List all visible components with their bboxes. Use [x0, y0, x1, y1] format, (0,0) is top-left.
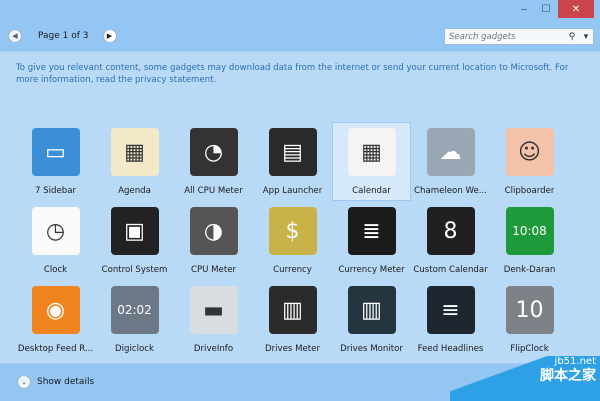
- denk-daran-icon: 10:08: [505, 207, 554, 255]
- agenda-icon: ▦: [110, 128, 159, 176]
- chevron-right-icon: ▶: [106, 32, 113, 40]
- gadget-tile[interactable]: ◔ All CPU Meter: [174, 122, 253, 201]
- gadget-label: Chameleon We...: [414, 186, 487, 196]
- gadget-label: Feed Headlines: [417, 344, 484, 354]
- desktop-feed-r-icon: ◉: [31, 286, 80, 334]
- chevron-left-icon: ◀: [12, 32, 18, 40]
- gadget-tile[interactable]: 02:02 Digiclock: [95, 280, 174, 359]
- watermark-name: 脚本之家: [540, 368, 596, 384]
- gadget-label: Custom Calendar: [413, 265, 488, 275]
- gadget-tile[interactable]: ☁ Chameleon We...: [411, 122, 490, 201]
- gadget-label: Currency Meter: [338, 265, 405, 275]
- clock-icon: ◷: [31, 207, 80, 255]
- gadget-label: FlipClock: [510, 344, 549, 354]
- gadget-label: 7 Sidebar: [34, 186, 77, 196]
- gadget-label: DriveInfo: [193, 344, 234, 354]
- page-indicator: Page 1 of 3: [38, 31, 89, 41]
- gadget-label: Control System: [101, 265, 168, 275]
- gadget-label: Clock: [43, 265, 68, 275]
- search-input[interactable]: Search gadgets ⚲ ▾: [444, 28, 594, 45]
- gadget-tile[interactable]: ◉ Desktop Feed R...: [16, 280, 95, 359]
- digiclock-icon: 02:02: [110, 286, 159, 334]
- drives-monitor-icon: ▥: [347, 286, 396, 334]
- gadget-grid: ▭ 7 Sidebar ▦ Agenda ◔ All CPU Meter ▤ App Laun…: [16, 122, 569, 359]
- dropdown-arrow-icon[interactable]: ▾: [579, 32, 593, 42]
- calendar-icon: ▦: [347, 128, 396, 176]
- gadget-tile[interactable]: ▤ App Launcher: [253, 122, 332, 201]
- gadget-label: Drives Monitor: [340, 344, 403, 354]
- privacy-notice[interactable]: To give you relevant content, some gadge…: [16, 62, 591, 86]
- gadget-tile[interactable]: ▣ Control System: [95, 201, 174, 280]
- gadget-tile[interactable]: ▥ Drives Meter: [253, 280, 332, 359]
- gadget-label: All CPU Meter: [184, 186, 243, 196]
- custom-calendar-icon: 8: [426, 207, 475, 255]
- currency-meter-icon: ≣: [347, 207, 396, 255]
- chevron-down-icon: ⌄: [17, 375, 31, 389]
- gadget-label: Digiclock: [115, 344, 154, 354]
- gadget-tile[interactable]: 10 FlipClock: [490, 280, 569, 359]
- gadget-label: Clipboarder: [504, 186, 555, 196]
- flipclock-icon: 10: [505, 286, 554, 334]
- chameleon-we-icon: ☁: [426, 128, 475, 176]
- gadget-tile[interactable]: ◷ Clock: [16, 201, 95, 280]
- cpu-meter-icon: ◑: [189, 207, 238, 255]
- gadget-tile[interactable]: $ Currency: [253, 201, 332, 280]
- feed-headlines-icon: ≡: [426, 286, 475, 334]
- watermark: jb51.net 脚本之家: [450, 356, 600, 401]
- gadget-tile[interactable]: ☺ Clipboarder: [490, 122, 569, 201]
- next-page-button[interactable]: ▶: [102, 29, 117, 43]
- close-button[interactable]: ✕: [558, 0, 594, 18]
- minimize-button[interactable]: ‒: [514, 0, 534, 18]
- gadget-tile[interactable]: ▭ 7 Sidebar: [16, 122, 95, 201]
- currency-icon: $: [268, 207, 317, 255]
- gadget-label: CPU Meter: [190, 265, 237, 275]
- page-nav: ◀ Page 1 of 3 ▶: [8, 29, 117, 43]
- title-bar: ‒ ☐ ✕ ◀ Page 1 of 3 ▶ Search gadgets ⚲ ▾: [0, 0, 600, 52]
- show-details-label: Show details: [37, 377, 95, 387]
- gadget-tile[interactable]: ▥ Drives Monitor: [332, 280, 411, 359]
- control-system-icon: ▣: [110, 207, 159, 255]
- watermark-site: jb51.net: [554, 356, 596, 367]
- gadget-label: Currency: [273, 265, 312, 275]
- gadget-label: Agenda: [118, 186, 151, 196]
- all-cpu-meter-icon: ◔: [189, 128, 238, 176]
- gadget-label: App Launcher: [262, 186, 323, 196]
- gadget-label: Desktop Feed R...: [17, 344, 94, 354]
- gadget-label: Drives Meter: [264, 344, 320, 354]
- app-launcher-icon: ▤: [268, 128, 317, 176]
- gadget-tile[interactable]: ≡ Feed Headlines: [411, 280, 490, 359]
- gadget-tile[interactable]: ▦ Agenda: [95, 122, 174, 201]
- gadget-tile[interactable]: ≣ Currency Meter: [332, 201, 411, 280]
- gadget-tile[interactable]: ◑ CPU Meter: [174, 201, 253, 280]
- drives-meter-icon: ▥: [268, 286, 317, 334]
- search-icon[interactable]: ⚲: [565, 32, 579, 42]
- 7-sidebar-icon: ▭: [31, 128, 80, 176]
- gadget-tile[interactable]: 8 Custom Calendar: [411, 201, 490, 280]
- prev-page-button[interactable]: ◀: [8, 29, 22, 43]
- gadget-label: Denk-Daran: [503, 265, 556, 275]
- driveinfo-icon: ▬: [189, 286, 238, 334]
- search-placeholder: Search gadgets: [449, 31, 516, 42]
- gadget-tile[interactable]: ▬ DriveInfo: [174, 280, 253, 359]
- gadget-tile[interactable]: 10:08 Denk-Daran: [490, 201, 569, 280]
- clipboarder-icon: ☺: [505, 128, 554, 176]
- show-details-button[interactable]: ⌄ Show details: [17, 375, 94, 389]
- maximize-button[interactable]: ☐: [536, 0, 556, 18]
- gadget-tile[interactable]: ▦ Calendar: [332, 122, 411, 201]
- gadget-label: Calendar: [352, 186, 391, 196]
